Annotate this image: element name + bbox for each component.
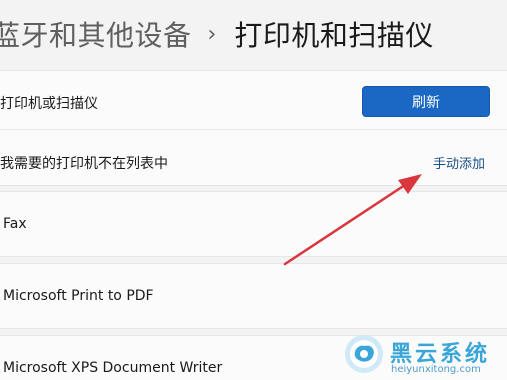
manual-add-link[interactable]: 手动添加 — [433, 153, 485, 172]
watermark: 黑云系统 heiyunxitong.com — [344, 334, 504, 378]
printer-name: Fax — [3, 216, 27, 232]
add-printer-label: 打印机或扫描仪 — [0, 96, 98, 112]
divider — [0, 129, 507, 130]
printer-name: Microsoft Print to PDF — [3, 288, 154, 304]
printer-list-item[interactable]: Fax — [0, 191, 507, 257]
settings-page: 蓝牙和其他设备 › 打印机和扫描仪 打印机或扫描仪 刷新 我需要的打印机不在列表… — [0, 0, 507, 380]
printer-name: Microsoft XPS Document Writer — [3, 360, 223, 376]
cloud-logo-icon — [345, 335, 383, 373]
breadcrumb: 蓝牙和其他设备 › 打印机和扫描仪 — [0, 0, 507, 68]
breadcrumb-parent-link[interactable]: 蓝牙和其他设备 — [0, 14, 192, 54]
watermark-url: heiyunxitong.com — [391, 364, 481, 375]
refresh-button[interactable]: 刷新 — [362, 86, 490, 117]
page-title: 打印机和扫描仪 — [234, 19, 434, 52]
add-device-card: 打印机或扫描仪 刷新 我需要的打印机不在列表中 手动添加 — [0, 70, 507, 186]
printer-list-item[interactable]: Microsoft Print to PDF — [0, 263, 507, 329]
chevron-right-icon: › — [207, 21, 217, 47]
printer-not-listed-label: 我需要的打印机不在列表中 — [0, 156, 168, 172]
